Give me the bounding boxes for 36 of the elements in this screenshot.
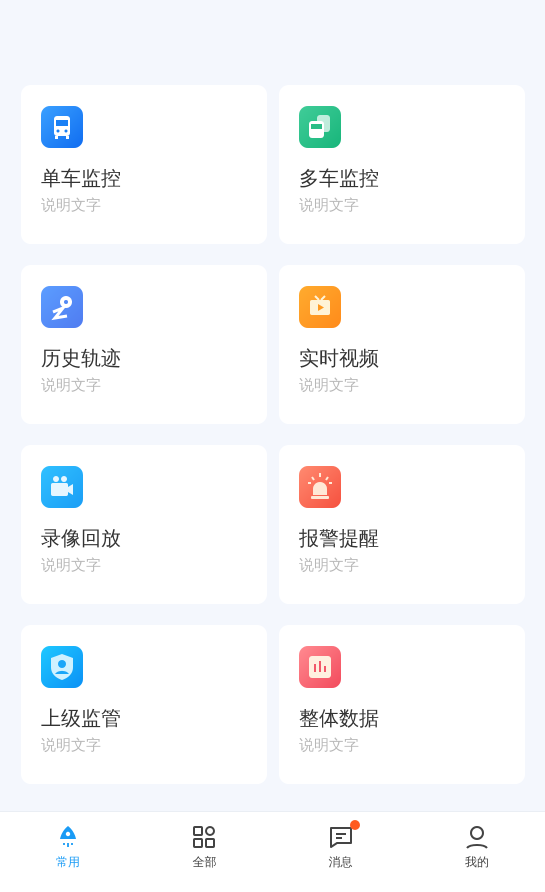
tab-item[interactable]: 消息 bbox=[272, 812, 409, 871]
tv-play-icon bbox=[299, 286, 341, 328]
card-title: 报警提醒 bbox=[299, 525, 379, 551]
bar-chart-icon bbox=[299, 646, 341, 688]
feature-card[interactable]: 上级监管 说明文字 bbox=[21, 625, 267, 784]
user-icon bbox=[464, 824, 490, 850]
card-description: 说明文字 bbox=[41, 375, 101, 395]
tab-item[interactable]: 我的 bbox=[408, 812, 545, 871]
feature-card[interactable]: 整体数据 说明文字 bbox=[279, 625, 525, 784]
card-description: 说明文字 bbox=[299, 555, 359, 575]
shield-user-icon bbox=[41, 646, 83, 688]
card-description: 说明文字 bbox=[41, 195, 101, 215]
grid-icon bbox=[191, 824, 218, 850]
card-title: 实时视频 bbox=[299, 345, 379, 371]
card-description: 说明文字 bbox=[41, 555, 101, 575]
card-description: 说明文字 bbox=[41, 735, 101, 755]
card-title: 整体数据 bbox=[299, 705, 379, 731]
card-title: 录像回放 bbox=[41, 525, 121, 551]
message-icon bbox=[328, 824, 354, 850]
bus-icon bbox=[41, 106, 83, 148]
card-title: 历史轨迹 bbox=[41, 345, 121, 371]
card-description: 说明文字 bbox=[299, 375, 359, 395]
feature-card[interactable]: 实时视频 说明文字 bbox=[279, 265, 525, 424]
card-title: 单车监控 bbox=[41, 165, 121, 191]
feature-card[interactable]: 历史轨迹 说明文字 bbox=[21, 265, 267, 424]
feature-card[interactable]: 多车监控 说明文字 bbox=[279, 85, 525, 244]
siren-icon bbox=[299, 466, 341, 508]
card-title: 上级监管 bbox=[41, 705, 121, 731]
card-title: 多车监控 bbox=[299, 165, 379, 191]
card-description: 说明文字 bbox=[299, 735, 359, 755]
video-camera-icon bbox=[41, 466, 83, 508]
feature-card[interactable]: 报警提醒 说明文字 bbox=[279, 445, 525, 604]
feature-card[interactable]: 单车监控 说明文字 bbox=[21, 85, 267, 244]
tab-item[interactable]: 全部 bbox=[136, 812, 272, 871]
feature-card[interactable]: 录像回放 说明文字 bbox=[21, 445, 267, 604]
card-description: 说明文字 bbox=[299, 195, 359, 215]
